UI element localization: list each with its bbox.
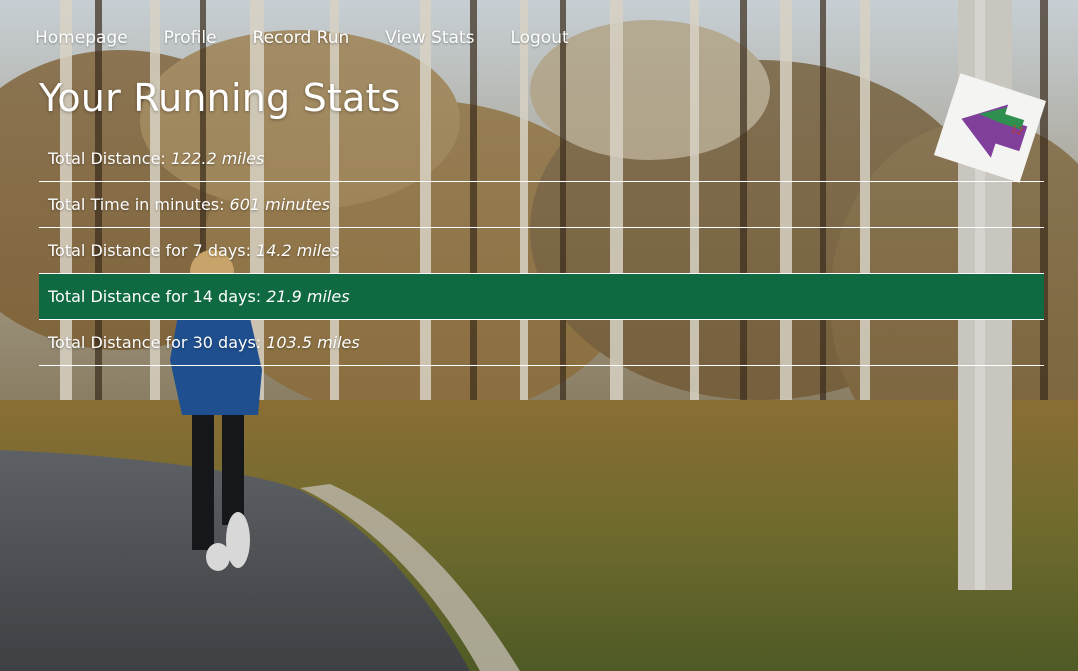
stats-list: Total Distance: 122.2 miles Total Time i… [39, 136, 1044, 366]
stat-value: 103.5 miles [266, 333, 360, 352]
nav-homepage-link[interactable]: Homepage [35, 26, 128, 50]
stat-total-distance[interactable]: Total Distance: 122.2 miles [39, 136, 1044, 182]
stat-value: 14.2 miles [256, 241, 340, 260]
nav-profile-link[interactable]: Profile [164, 26, 217, 50]
stat-label: Total Distance for 14 days: [48, 287, 262, 306]
top-nav: Homepage Profile Record Run View Stats L… [35, 26, 569, 50]
stat-value: 601 minutes [229, 195, 330, 214]
nav-view-stats-link[interactable]: View Stats [385, 26, 474, 50]
stat-distance-30-days[interactable]: Total Distance for 30 days: 103.5 miles [39, 320, 1044, 366]
stat-label: Total Distance for 7 days: [48, 241, 252, 260]
stat-total-time[interactable]: Total Time in minutes: 601 minutes [39, 182, 1044, 228]
nav-logout-link[interactable]: Logout [510, 26, 568, 50]
stat-label: Total Distance for 30 days: [48, 333, 262, 352]
stat-distance-14-days[interactable]: Total Distance for 14 days: 21.9 miles [39, 274, 1044, 320]
page-title: Your Running Stats [39, 76, 401, 120]
stat-value: 122.2 miles [170, 149, 265, 168]
nav-record-run-link[interactable]: Record Run [253, 26, 350, 50]
stat-label: Total Distance: [48, 149, 166, 168]
stat-distance-7-days[interactable]: Total Distance for 7 days: 14.2 miles [39, 228, 1044, 274]
stat-value: 21.9 miles [266, 287, 350, 306]
stat-label: Total Time in minutes: [48, 195, 225, 214]
